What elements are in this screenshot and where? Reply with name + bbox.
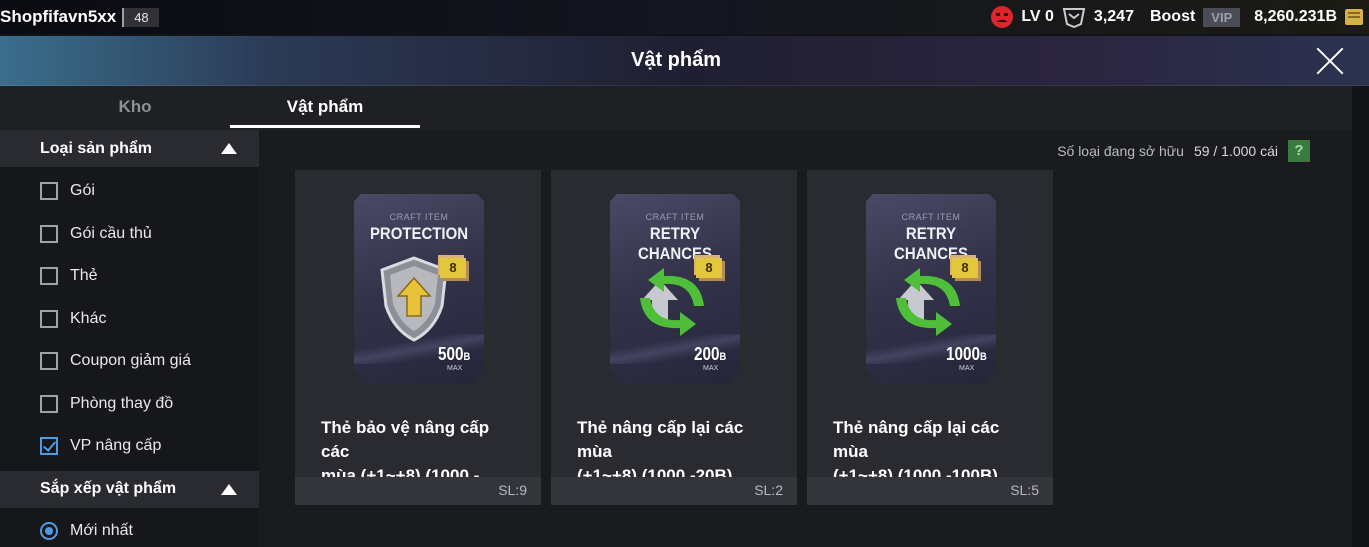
rank-level: LV 0 xyxy=(1021,8,1054,25)
user-level-badge: 48 xyxy=(122,7,159,27)
item-card-art: CRAFT ITEM RETRY CHANCES 8 200B MAX xyxy=(610,194,740,384)
item-price: 1000B xyxy=(946,344,987,365)
checkbox-icon[interactable] xyxy=(40,182,58,201)
close-icon[interactable] xyxy=(1315,46,1345,76)
sort-label: Mới nhất xyxy=(70,521,133,539)
craft-label: CRAFT ITEM xyxy=(901,212,961,222)
item-card[interactable]: CRAFT ITEM RETRY CHANCES 8 200B MAX Thẻ … xyxy=(551,170,797,505)
filter-label: Khác xyxy=(70,309,107,327)
item-card[interactable]: CRAFT ITEM PROTECTION 8 500B MAX Thẻ bảo… xyxy=(295,170,541,505)
item-price-sub: MAX xyxy=(447,365,463,372)
craft-label: CRAFT ITEM xyxy=(389,212,449,222)
checkbox-icon[interactable] xyxy=(40,267,58,286)
filter-label: Gói cầu thủ xyxy=(70,224,152,242)
sort-heading: Sắp xếp vật phẩm xyxy=(40,480,177,497)
item-card-footer: SL:9 xyxy=(295,477,541,505)
craft-title: PROTECTION xyxy=(369,224,469,243)
balance-value: 8,260.231B xyxy=(1254,8,1337,25)
item-quantity: SL:5 xyxy=(1010,482,1039,498)
window-titlebar: Vật phẩm xyxy=(0,36,1369,86)
sort-header[interactable]: Sắp xếp vật phẩm xyxy=(0,470,259,508)
filter-khac[interactable]: Khác xyxy=(0,298,259,341)
craft-label: CRAFT ITEM xyxy=(645,212,705,222)
owned-count-row: Số loại đang sở hữu 59 / 1.000 cái ? xyxy=(1057,140,1310,162)
item-price-unit: B xyxy=(980,351,987,363)
product-type-heading: Loại sản phẩm xyxy=(40,139,153,157)
vip-badge[interactable]: VIP xyxy=(1203,7,1241,27)
item-price-unit: B xyxy=(719,351,727,363)
item-price-value: 1000 xyxy=(946,344,981,364)
item-price-sub: MAX xyxy=(703,365,719,372)
item-quantity: SL:2 xyxy=(754,482,783,498)
checkbox-checked-icon[interactable] xyxy=(40,437,58,456)
filter-label: Gói xyxy=(70,182,95,200)
item-price-unit: B xyxy=(463,351,471,363)
item-name-line1: Thẻ bảo vệ nâng cấp các xyxy=(321,418,490,461)
checkbox-icon[interactable] xyxy=(40,352,58,371)
item-price: 200B xyxy=(694,344,726,365)
collapse-up-icon[interactable] xyxy=(221,143,237,154)
owned-label: Số loại đang sở hữu xyxy=(1057,143,1184,159)
filter-goi-cau-thu[interactable]: Gói cầu thủ xyxy=(0,213,259,256)
coin-icon xyxy=(1345,9,1363,25)
item-level-badge: 8 xyxy=(440,258,466,278)
item-price: 500B xyxy=(438,344,470,365)
item-name-line1: Thẻ nâng cấp lại các mùa xyxy=(577,418,744,461)
item-grid-panel: Số loại đang sở hữu 59 / 1.000 cái ? CRA… xyxy=(259,130,1352,547)
item-card-footer: SL:2 xyxy=(551,477,797,505)
filter-label: Coupon giảm giá xyxy=(70,352,191,370)
item-card-art: CRAFT ITEM PROTECTION 8 500B MAX xyxy=(354,194,484,384)
tab-vat-pham[interactable]: Vật phẩm xyxy=(230,86,420,128)
rank-icon xyxy=(1062,8,1086,28)
sad-face-icon xyxy=(991,6,1014,28)
window-title: Vật phẩm xyxy=(630,49,722,71)
filter-phong-thay-do[interactable]: Phòng thay đồ xyxy=(0,383,259,426)
item-name-line1: Thẻ nâng cấp lại các mùa xyxy=(833,418,1000,461)
item-quantity: SL:9 xyxy=(498,482,527,498)
boost-button[interactable]: Boost xyxy=(1150,8,1195,26)
checkbox-icon[interactable] xyxy=(40,224,58,243)
product-type-header[interactable]: Loại sản phẩm xyxy=(0,130,259,167)
tab-kho[interactable]: Kho xyxy=(40,86,230,128)
checkbox-icon[interactable] xyxy=(40,309,58,328)
radio-selected-icon[interactable] xyxy=(40,521,58,540)
item-price-value: 200 xyxy=(694,344,720,364)
filter-label: Thẻ xyxy=(70,267,98,285)
owned-count: 59 / 1.000 cái xyxy=(1193,143,1278,159)
item-card-footer: SL:5 xyxy=(807,477,1053,505)
filter-coupon[interactable]: Coupon giảm giá xyxy=(0,340,259,383)
sort-newest[interactable]: Mới nhất xyxy=(0,510,259,547)
filter-label: VP nâng cấp xyxy=(70,437,162,455)
filter-vp-nang-cap[interactable]: VP nâng cấp xyxy=(0,425,259,468)
checkbox-icon[interactable] xyxy=(40,394,58,413)
collapse-up-icon[interactable] xyxy=(221,483,237,495)
tab-bar: Kho Vật phẩm xyxy=(0,86,1352,130)
top-right-status: LV 0 3,247 Boost VIP 8,260.231B xyxy=(991,0,1363,34)
username: Shopfifavn5xx xyxy=(0,7,117,26)
filter-goi[interactable]: Gói xyxy=(0,170,259,213)
item-card[interactable]: CRAFT ITEM RETRY CHANCES 8 1000B MAX Thẻ… xyxy=(807,170,1053,505)
top-status-bar: Shopfifavn5xx 48 LV 0 3,247 Boost VIP 8,… xyxy=(0,0,1369,34)
filter-the[interactable]: Thẻ xyxy=(0,255,259,298)
filter-label: Phòng thay đồ xyxy=(70,394,174,412)
item-card-art: CRAFT ITEM RETRY CHANCES 8 1000B MAX xyxy=(866,194,996,384)
item-price-sub: MAX xyxy=(959,365,975,372)
item-price-value: 500 xyxy=(438,344,464,364)
filter-sidebar: Loại sản phẩm Gói Gói cầu thủ Thẻ Khác C… xyxy=(0,130,259,547)
item-level-badge: 8 xyxy=(696,258,722,278)
help-button[interactable]: ? xyxy=(1288,140,1310,162)
points-value: 3,247 xyxy=(1093,8,1134,25)
item-level-badge: 8 xyxy=(952,258,978,278)
